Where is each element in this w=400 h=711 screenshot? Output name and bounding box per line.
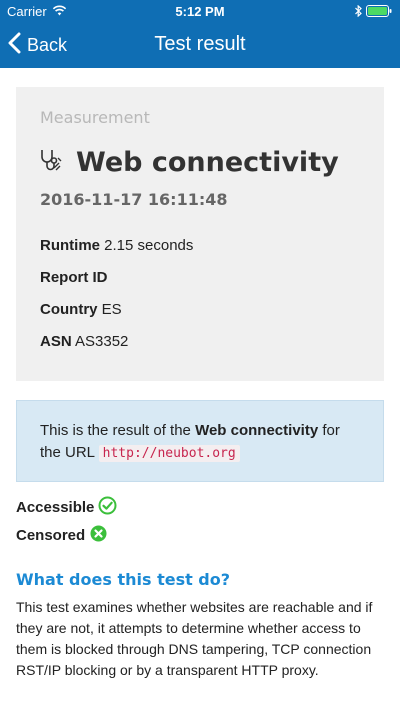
asn-row: ASN AS3352 [40, 333, 128, 350]
info-url-prefix: the URL [40, 444, 95, 461]
check-circle-icon [98, 496, 117, 519]
tested-url: http://neubot.org [98, 445, 240, 462]
info-test-name: Web connectivity [195, 422, 319, 439]
test-description: This test examines whether websites are … [16, 599, 373, 678]
card-title: Web connectivity [76, 147, 339, 178]
runtime-value: 2.15 seconds [104, 237, 194, 254]
runtime-row: Runtime 2.15 seconds [40, 237, 193, 254]
runtime-label: Runtime [40, 237, 100, 254]
censored-label: Censored [16, 527, 86, 544]
info-for: for [322, 422, 340, 439]
censored-status: Censored [16, 524, 108, 547]
country-row: Country ES [40, 301, 122, 318]
status-bar: Carrier 5:12 PM [0, 0, 400, 22]
asn-value: AS3352 [75, 333, 129, 350]
info-prefix: This is the result of the [40, 422, 191, 439]
battery-group [355, 4, 392, 20]
report-id-label: Report ID [40, 269, 108, 286]
country-value: ES [101, 301, 122, 318]
battery-icon [366, 5, 392, 20]
card-kicker: Measurement [40, 108, 150, 127]
clock: 5:12 PM [175, 4, 225, 19]
country-label: Country [40, 301, 98, 318]
navigation-bar: Back Test result [0, 22, 400, 68]
accessible-status: Accessible [16, 496, 117, 519]
bluetooth-icon [355, 4, 362, 20]
measurement-card: Measurement Web connectivity 2016-11-17 … [16, 87, 384, 381]
stethoscope-icon [38, 148, 62, 177]
x-circle-icon [89, 524, 108, 547]
page-title: Test result [154, 33, 246, 55]
section-heading: What does this test do? [16, 570, 231, 589]
accessible-label: Accessible [16, 499, 95, 516]
measurement-date: 2016-11-17 16:11:48 [40, 190, 228, 209]
report-id-row: Report ID [40, 269, 108, 286]
card-header: Web connectivity [38, 147, 339, 178]
asn-label: ASN [40, 333, 72, 350]
result-info-box: This is the result of the Web connectivi… [16, 400, 384, 482]
